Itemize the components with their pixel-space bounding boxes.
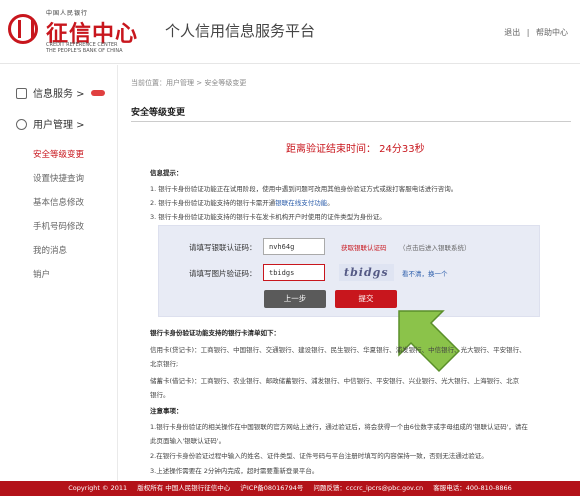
- notes-title: 注意事项：: [150, 407, 183, 415]
- debit-card-banks-cont: 银行。: [150, 391, 170, 399]
- note-line-1-cont: 此页面输入'银联认证码'。: [150, 437, 226, 445]
- bank-list-title: 银行卡身份验证功能支持的银行卡清单如下：: [150, 329, 280, 337]
- credit-card-banks-cont: 北京银行;: [150, 360, 179, 368]
- info-line-2: 2. 银行卡身份验证功能支持的银行卡需开通银联在线支付功能。: [150, 197, 334, 207]
- credit-card-banks: 信用卡(贷记卡)：工商银行、中国银行、交通银行、建设银行、民生银行、华夏银行、浦…: [150, 346, 526, 354]
- unionpay-online-link[interactable]: 银联在线支付功能: [275, 199, 327, 207]
- sidebar-group-info-service[interactable]: 信息服务 >: [16, 85, 105, 100]
- breadcrumb: 当前位置：用户管理 > 安全等级变更: [131, 79, 247, 87]
- footer-feedback[interactable]: 问题反馈：cccrc_ipcrs@pbc.gov.cn: [313, 484, 423, 492]
- info-line-2-text: 2. 银行卡身份验证功能支持的银行卡需开通: [150, 199, 276, 207]
- arrow-pointer-icon: [398, 310, 461, 373]
- top-links: 退出 | 帮助中心: [502, 27, 570, 38]
- get-code-link[interactable]: 获取银联认证码: [341, 242, 387, 252]
- note-line-3: 3.上述操作需要在 2分钟内完成，超时需要重新登录平台。: [150, 467, 319, 475]
- info-line-2-end: 。: [327, 199, 334, 207]
- sidebar-group-label: 用户管理 >: [33, 120, 85, 131]
- captcha-input[interactable]: [263, 264, 325, 281]
- unionpay-code-input[interactable]: [263, 238, 325, 255]
- get-code-hint: （点击后进入银联系统）: [399, 244, 471, 252]
- countdown-timer: 距离验证结束时间： 24分33秒: [286, 144, 425, 155]
- captcha-image[interactable]: tbidgs: [339, 264, 394, 281]
- header: 中国人民银行 征信中心 CREDIT REFERENCE CENTER THE …: [0, 0, 580, 64]
- user-icon: [16, 119, 27, 130]
- sidebar-item-my-messages[interactable]: 我的消息: [33, 244, 67, 256]
- code-label: 请填写银联认证码：: [189, 243, 257, 252]
- page-title: 安全等级变更: [131, 108, 186, 118]
- refresh-captcha-link[interactable]: 看不清，换一个: [402, 268, 448, 278]
- sidebar-item-security-level[interactable]: 安全等级变更: [33, 148, 84, 160]
- sidebar-item-close-account[interactable]: 销户: [33, 268, 50, 280]
- platform-title: 个人信用信息服务平台: [165, 22, 316, 40]
- debit-card-banks: 储蓄卡(借记卡)：工商银行、农业银行、邮政储蓄银行、浦发银行、中信银行、平安银行…: [150, 377, 520, 385]
- link-separator: |: [526, 28, 530, 37]
- footer-owner: 版权所有 中国人民银行征信中心: [137, 484, 231, 492]
- divider: [131, 121, 571, 122]
- help-center-link[interactable]: 帮助中心: [536, 28, 568, 37]
- prev-step-button[interactable]: 上一步: [264, 290, 326, 308]
- sidebar-item-basic-info[interactable]: 基本信息修改: [33, 196, 84, 208]
- sidebar-item-quick-query[interactable]: 设置快捷查询: [33, 172, 84, 184]
- logo-seal-icon: [8, 14, 38, 44]
- logo[interactable]: 中国人民银行 征信中心 CREDIT REFERENCE CENTER THE …: [8, 6, 148, 58]
- sidebar-group-user-management[interactable]: 用户管理 >: [16, 116, 85, 131]
- footer-icp[interactable]: 沪ICP备08016794号: [240, 484, 303, 492]
- captcha-label: 请填写图片验证码：: [189, 269, 257, 278]
- info-line-1: 1. 银行卡身份验证功能正在试用阶段，使用中遇到问题可改用其他身份验证方式或拨打…: [150, 185, 458, 193]
- footer-hotline: 客服电话：400-810-8866: [433, 484, 512, 492]
- submit-button[interactable]: 提交: [335, 290, 397, 308]
- new-badge-icon: [90, 90, 105, 96]
- logout-link[interactable]: 退出: [504, 28, 520, 37]
- info-line-3: 3. 银行卡身份验证功能支持的银行卡在发卡机构开户时使用的证件类型为身份证。: [150, 213, 386, 221]
- logo-sub-text-2: THE PEOPLE'S BANK OF CHINA: [46, 48, 123, 54]
- note-line-1: 1.银行卡身份验证的相关操作在中国银联的官方网站上进行，通过验证后，将会获得一个…: [150, 423, 528, 431]
- sidebar-group-label: 信息服务 >: [33, 89, 85, 100]
- verification-form: 请填写银联认证码： 获取银联认证码 （点击后进入银联系统） 请填写图片验证码： …: [158, 225, 540, 317]
- note-line-2: 2.在银行卡身份验证过程中输入的姓名、证件类型、证件号码与平台注册时填写的内容保…: [150, 452, 488, 460]
- main-content: 当前位置：用户管理 > 安全等级变更 安全等级变更 距离验证结束时间： 24分3…: [118, 65, 580, 481]
- sidebar-item-phone-number[interactable]: 手机号码修改: [33, 220, 84, 232]
- sidebar: 信息服务 > 用户管理 > 安全等级变更 设置快捷查询 基本信息修改 手机号码修…: [0, 65, 118, 481]
- info-title: 信息提示：: [150, 169, 183, 177]
- document-icon: [16, 88, 27, 99]
- footer: Copyright © 2011 版权所有 中国人民银行征信中心 沪ICP备08…: [0, 481, 580, 496]
- footer-copyright: Copyright © 2011: [68, 484, 128, 492]
